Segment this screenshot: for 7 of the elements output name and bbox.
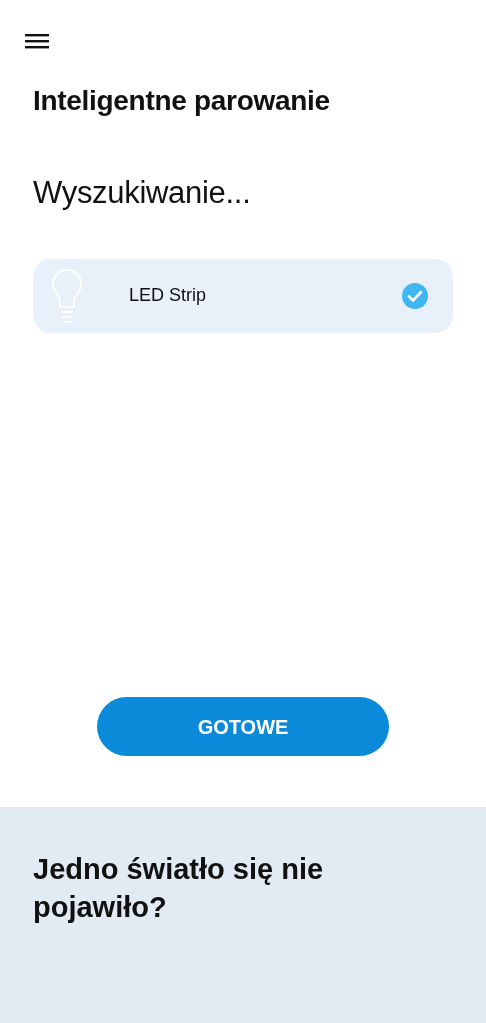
device-item[interactable]: LED Strip — [33, 258, 453, 333]
check-icon[interactable] — [401, 281, 429, 310]
device-name: LED Strip — [129, 284, 208, 307]
searching-status: Wyszukiwanie... — [33, 174, 252, 212]
page-title: Inteligentne parowanie — [33, 84, 331, 118]
help-title: Jedno światło się nie pojawiło? — [33, 852, 325, 925]
done-button[interactable]: GOTOWE — [97, 697, 389, 756]
